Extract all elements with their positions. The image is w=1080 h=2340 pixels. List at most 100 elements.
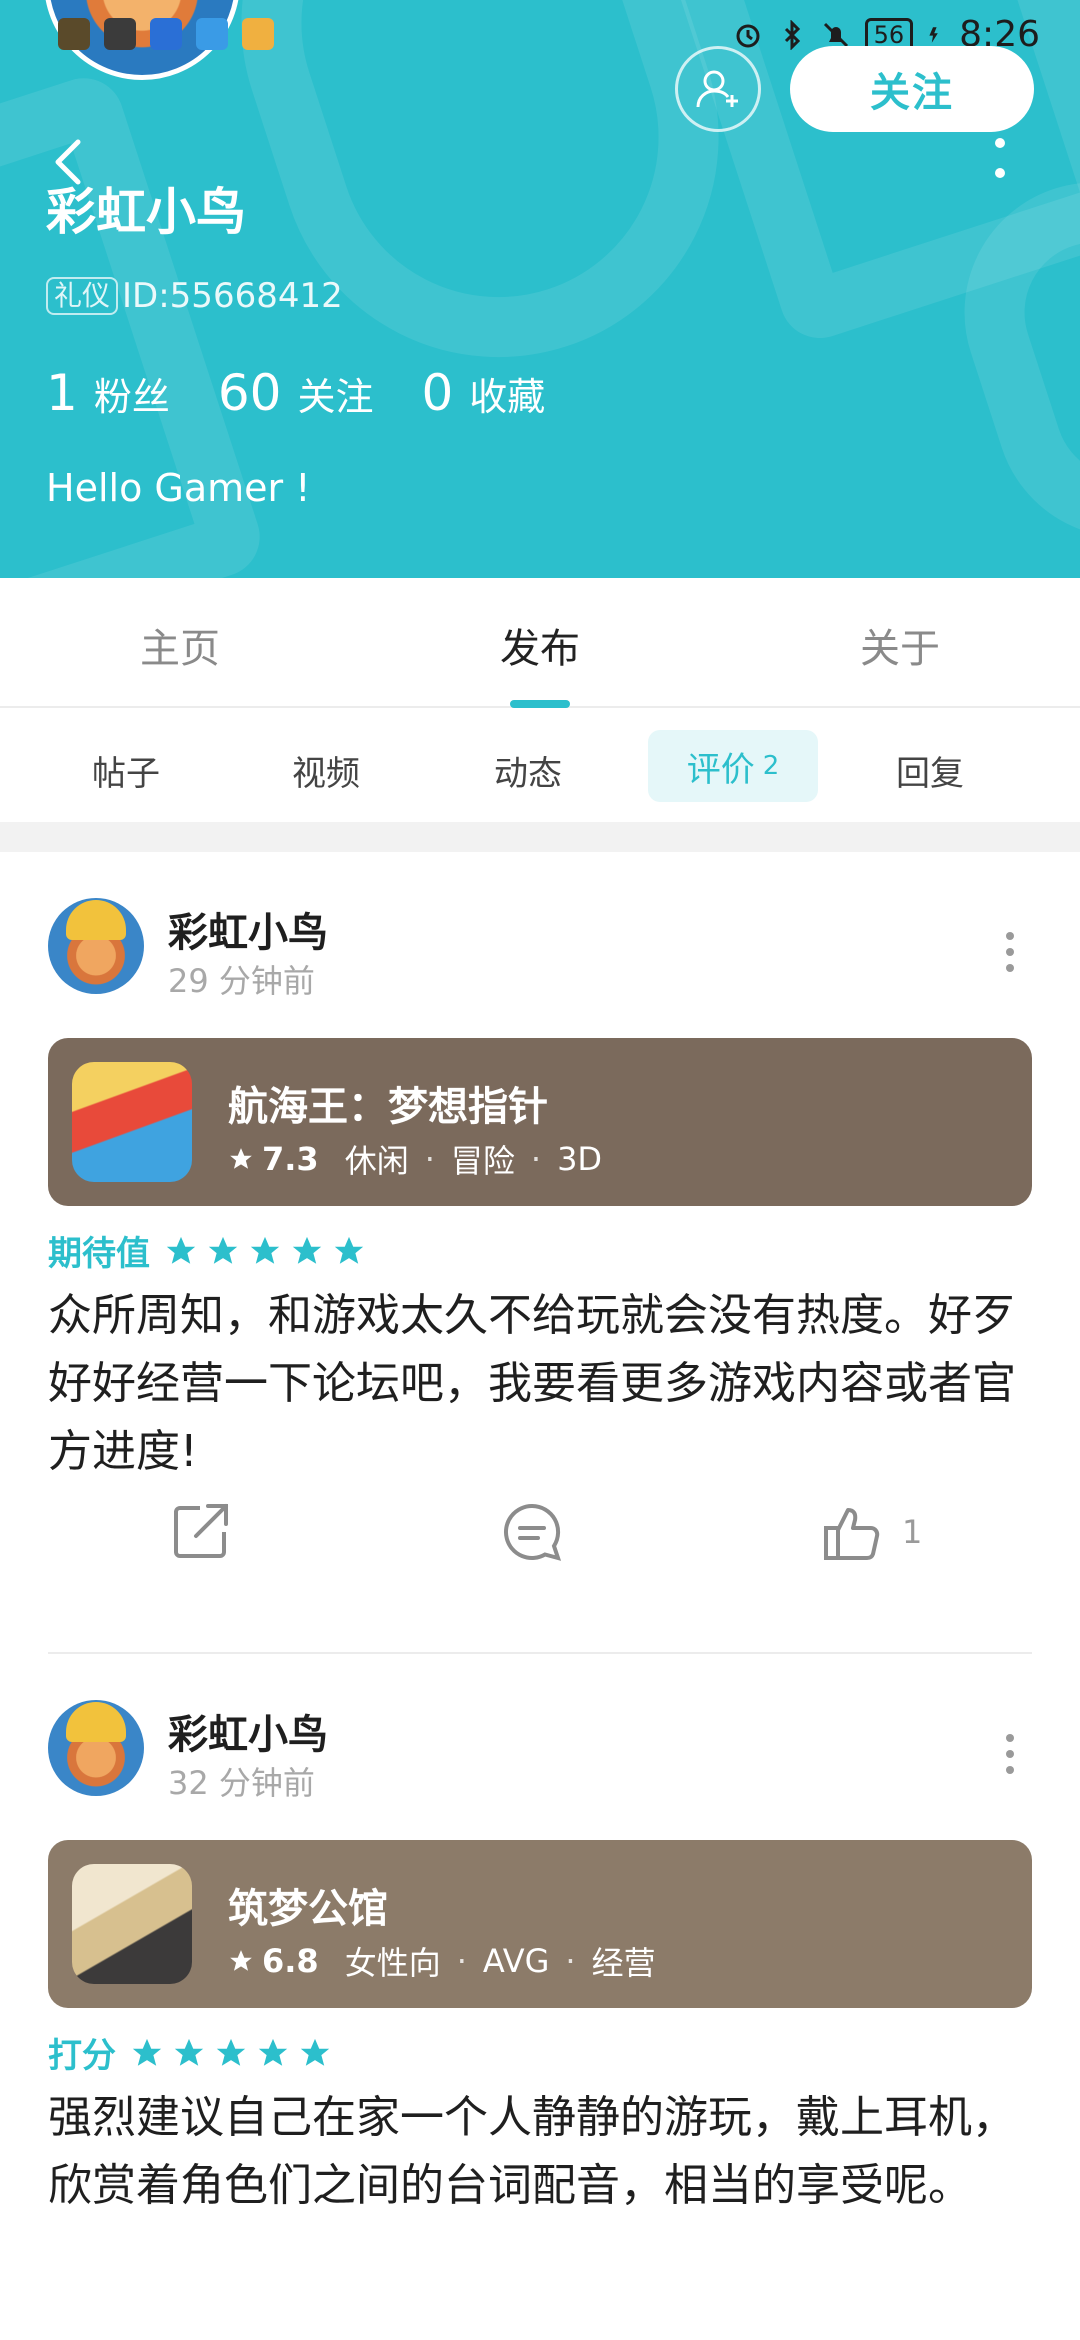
share-button[interactable] xyxy=(170,1500,232,1562)
stat-number: 0 xyxy=(421,364,454,422)
sub-tabs: 帖子 视频 动态 评价 2 回复 xyxy=(0,710,1080,822)
stat-number: 60 xyxy=(217,364,282,422)
star-icon xyxy=(300,2038,330,2066)
rating-row: 期待值 xyxy=(48,1226,366,1275)
game-score: 6.8 xyxy=(262,1942,319,1980)
rating-stars xyxy=(130,2036,332,2070)
post-more-icon[interactable] xyxy=(1004,1734,1016,1774)
like-count: 1 xyxy=(902,1513,923,1551)
avatar[interactable] xyxy=(48,898,144,994)
subtab-moments[interactable]: 动态 xyxy=(494,746,562,795)
stat-favorites[interactable]: 0 收藏 xyxy=(421,364,545,422)
profile-stats: 1 粉丝 60 关注 0 收藏 xyxy=(46,364,593,422)
star-icon xyxy=(174,2038,204,2066)
post-body[interactable]: 众所周知，和游戏太久不给玩就会没有热度。好歹好好经营一下论坛吧，我要看更多游戏内… xyxy=(48,1282,1038,1486)
subtab-count: 2 xyxy=(762,751,780,781)
game-card[interactable]: 筑梦公馆 6.8 女性向 · AVG · 经营 xyxy=(48,1840,1032,2008)
like-button[interactable]: 1 xyxy=(820,1500,922,1564)
subtab-reviews[interactable]: 评价 2 xyxy=(648,730,818,802)
stat-following[interactable]: 60 关注 xyxy=(218,364,374,422)
app-notification-icon xyxy=(150,18,182,50)
avatar-image xyxy=(66,1702,126,1742)
main-tabs: 主页 发布 关于 xyxy=(0,578,1080,708)
stat-fans[interactable]: 1 粉丝 xyxy=(46,364,170,422)
subtab-label: 评价 xyxy=(686,749,755,790)
mute-bell-icon xyxy=(823,22,848,47)
subtab-posts[interactable]: 帖子 xyxy=(92,746,160,795)
add-friend-button[interactable] xyxy=(675,46,761,132)
stat-label: 粉丝 xyxy=(93,375,170,419)
rating-row: 打分 xyxy=(48,2028,332,2077)
game-tag: 冒险 xyxy=(450,1142,515,1180)
game-tag: 女性向 xyxy=(344,1944,441,1982)
profile-id: ID:55668412 xyxy=(122,276,343,316)
game-meta: 7.3 休闲 · 冒险 · 3D xyxy=(228,1136,602,1182)
game-tag: AVG xyxy=(482,1942,550,1980)
comment-button[interactable] xyxy=(500,1500,564,1564)
tag-separator: · xyxy=(456,1942,467,1980)
tab-publish[interactable]: 发布 xyxy=(500,616,580,674)
etiquette-badge: 礼仪 xyxy=(46,277,119,315)
bluetooth-icon xyxy=(784,19,800,50)
star-icon xyxy=(216,2038,246,2066)
avatar[interactable] xyxy=(48,1700,144,1796)
star-icon xyxy=(166,1236,196,1264)
star-icon xyxy=(132,2038,162,2066)
star-icon xyxy=(208,1236,238,1264)
star-icon xyxy=(230,1950,252,1971)
star-icon xyxy=(230,1148,252,1169)
tab-about[interactable]: 关于 xyxy=(860,616,940,674)
share-icon xyxy=(174,1504,228,1558)
game-card[interactable]: 航海王：梦想指针 7.3 休闲 · 冒险 · 3D xyxy=(48,1038,1032,1206)
profile-username: 彩虹小鸟 xyxy=(46,183,246,241)
post-body[interactable]: 强烈建议自己在家一个人静静的游玩，戴上耳机，欣赏着角色们之间的台词配音，相当的享… xyxy=(48,2084,1038,2220)
star-icon xyxy=(258,2038,288,2066)
stat-label: 关注 xyxy=(297,375,374,419)
tab-home[interactable]: 主页 xyxy=(140,616,220,674)
status-left-icons xyxy=(58,18,274,50)
game-icon-image xyxy=(72,1062,192,1182)
hd-signal-icon xyxy=(58,18,90,50)
more-options-icon[interactable] xyxy=(992,138,1008,178)
post-more-icon[interactable] xyxy=(1004,932,1016,972)
tag-separator: · xyxy=(530,1140,542,1178)
rating-label: 打分 xyxy=(48,2036,116,2076)
thumbs-up-icon xyxy=(824,1508,880,1560)
game-name: 筑梦公馆 xyxy=(228,1886,388,1932)
game-tag: 经营 xyxy=(591,1944,656,1982)
review-post: 彩虹小鸟 32 分钟前 筑梦公馆 6.8 女性向 · AVG · 经营 打分 强… xyxy=(0,1654,1080,2340)
app-notification-icon xyxy=(242,18,274,50)
profile-bio: Hello Gamer ! xyxy=(46,466,311,510)
alarm-icon xyxy=(736,24,760,47)
signal-icon xyxy=(104,18,136,50)
comment-icon xyxy=(503,1503,562,1561)
post-time: 32 分钟前 xyxy=(168,1764,315,1802)
game-meta: 6.8 女性向 · AVG · 经营 xyxy=(228,1938,656,1984)
subtab-replies[interactable]: 回复 xyxy=(896,746,964,795)
follow-button[interactable]: 关注 xyxy=(790,46,1034,132)
star-icon xyxy=(250,1236,280,1264)
post-username[interactable]: 彩虹小鸟 xyxy=(168,1702,328,1760)
rating-stars xyxy=(164,1234,366,1268)
post-username[interactable]: 彩虹小鸟 xyxy=(168,900,328,958)
stat-number: 1 xyxy=(46,364,78,422)
star-icon xyxy=(292,1236,322,1264)
profile-header: 56 8:26 关注 彩虹小鸟 礼仪 ID:55668412 1 粉丝 60 关… xyxy=(0,0,1080,578)
tag-separator: · xyxy=(565,1942,576,1980)
section-divider xyxy=(0,822,1080,852)
rating-label: 期待值 xyxy=(48,1234,150,1274)
active-tab-indicator xyxy=(510,700,570,708)
review-post: 彩虹小鸟 29 分钟前 航海王：梦想指针 7.3 休闲 · 冒险 · 3D 期待… xyxy=(0,852,1080,1654)
charging-icon xyxy=(929,26,938,43)
game-score: 7.3 xyxy=(262,1140,319,1178)
avatar-image xyxy=(66,900,126,940)
subtab-videos[interactable]: 视频 xyxy=(292,746,360,795)
stat-label: 收藏 xyxy=(469,375,546,419)
post-actions: 1 xyxy=(0,1492,1080,1572)
star-icon xyxy=(334,1236,364,1264)
tag-separator: · xyxy=(424,1140,435,1178)
post-time: 29 分钟前 xyxy=(168,962,315,1000)
profile-id-row: 礼仪 ID:55668412 xyxy=(46,276,343,316)
app-notification-icon xyxy=(196,18,228,50)
add-user-icon xyxy=(696,70,738,108)
